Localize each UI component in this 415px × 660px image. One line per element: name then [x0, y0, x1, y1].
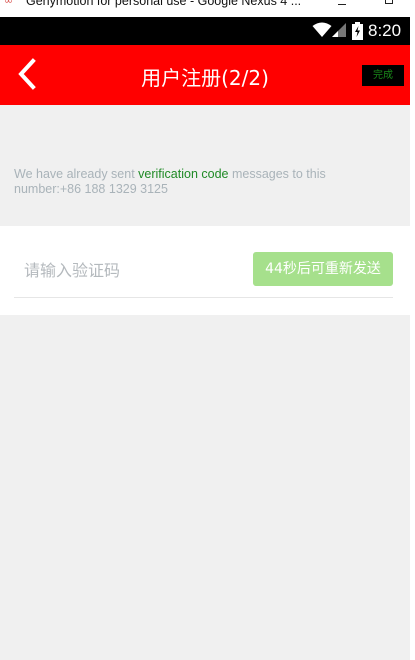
content-area: We have already sent verification code m…: [0, 105, 410, 660]
window-title: Genymotion for personal use - Google Nex…: [26, 0, 302, 8]
input-underline: [14, 297, 393, 298]
message-prefix: We have already sent: [14, 167, 139, 181]
app-bar: 用户注册(2/2) 完成: [0, 45, 410, 105]
status-time: 8:20: [368, 21, 402, 40]
genymotion-logo-icon: ∞: [4, 0, 14, 7]
minimize-icon[interactable]: [338, 4, 346, 5]
message-highlight: verification code: [138, 167, 229, 181]
wifi-icon: [312, 22, 332, 42]
verification-sent-message: We have already sent verification code m…: [14, 167, 354, 197]
signal-icon: [331, 22, 347, 42]
status-bar: 8:20: [0, 17, 410, 45]
maximize-icon[interactable]: [385, 0, 393, 4]
done-button[interactable]: 完成: [362, 65, 404, 86]
window-right-edge: [410, 17, 415, 660]
verification-code-panel: 44秒后可重新发送: [0, 226, 410, 315]
window-title-bar: ∞ Genymotion for personal use - Google N…: [0, 0, 415, 17]
verification-code-input[interactable]: [14, 250, 244, 290]
resend-code-button[interactable]: 44秒后可重新发送: [253, 252, 393, 286]
battery-charging-icon: [352, 22, 363, 44]
page-title: 用户注册(2/2): [141, 66, 269, 90]
